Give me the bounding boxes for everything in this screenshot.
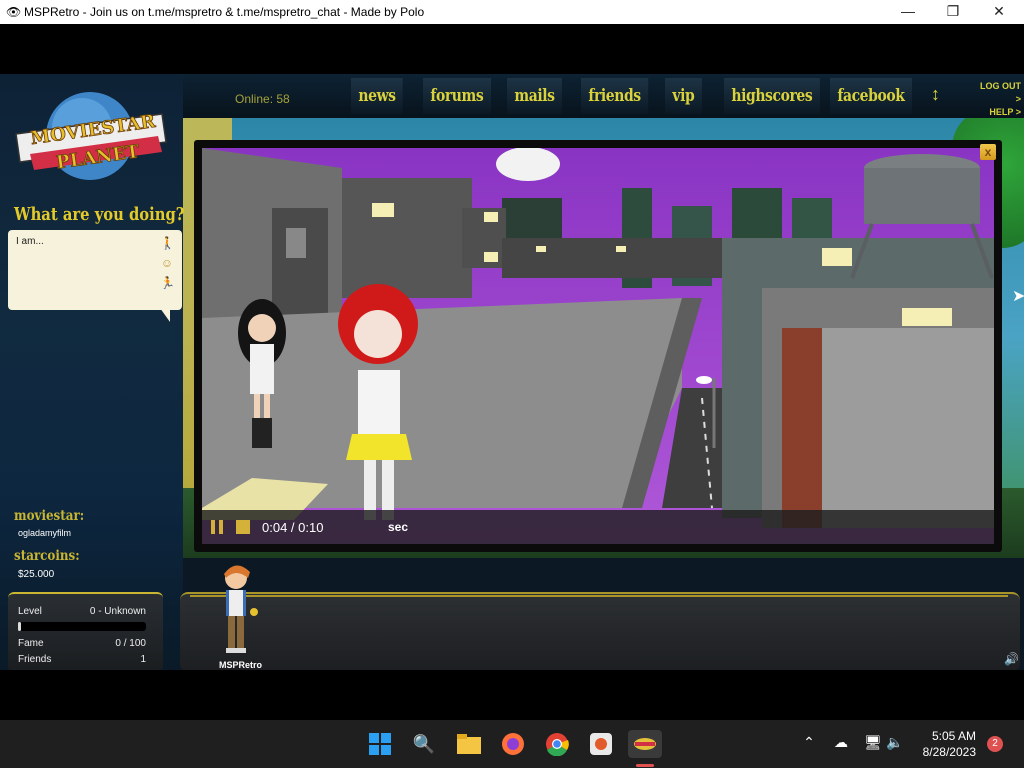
nav-forums[interactable]: forums [423, 78, 491, 114]
mouse-cursor-icon: ➤ [1012, 288, 1024, 305]
firefox-icon[interactable] [499, 730, 527, 758]
nav-news[interactable]: news [351, 78, 403, 114]
level-value: 0 - Unknown [89, 606, 146, 617]
speech-bubble-tail [160, 308, 170, 322]
chat-divider [190, 595, 1008, 597]
level-label: Level [18, 606, 42, 617]
starcoins-label: starcoins: [14, 548, 80, 564]
mood-face-icon[interactable]: ☺ [160, 256, 174, 270]
account-links: LOG OUT > HELP > [975, 80, 1021, 119]
video-frame [202, 148, 994, 544]
close-window-button[interactable]: ✕ [976, 0, 1022, 24]
file-explorer-icon[interactable] [455, 730, 483, 758]
left-panel: MOVIESTAR PLANET What are you doing? I a… [0, 74, 185, 670]
nav-facebook[interactable]: facebook [830, 78, 912, 114]
window-title-bar: 👁 MSPRetro - Join us on t.me/mspretro & … [0, 0, 1024, 24]
notification-badge[interactable]: 2 [987, 736, 1003, 752]
mspretro-avatar[interactable] [218, 562, 258, 658]
level-progress-fill [18, 622, 21, 631]
clock[interactable]: 5:05 AM 8/28/2023 [912, 728, 976, 760]
mood-dance-icon[interactable]: 🏃 [160, 276, 175, 290]
moviestar-label: moviestar: [14, 508, 85, 524]
friends-row: Friends 1 [18, 654, 146, 665]
clock-time: 5:05 AM [931, 729, 976, 743]
nav-mails[interactable]: mails [507, 78, 562, 114]
logout-link[interactable]: LOG OUT > [975, 80, 1021, 106]
level-row: Level 0 - Unknown [18, 606, 146, 617]
app-icon-red[interactable] [587, 730, 615, 758]
minimize-button[interactable]: — [885, 0, 931, 24]
fame-label: Fame [18, 638, 44, 649]
app-icon: 👁 [6, 5, 22, 19]
chat-bar [180, 592, 1020, 670]
resize-arrow-icon[interactable]: ↕ [931, 84, 940, 105]
game-area: Online: 58 news forums mails friends vip… [0, 74, 1024, 670]
pause-icon[interactable] [210, 520, 224, 534]
video-window: x 0:04 / 0:10 sec [194, 140, 1002, 552]
chrome-icon[interactable] [543, 730, 571, 758]
avatar-name: MSPRetro [219, 660, 263, 670]
speaker-icon[interactable]: 🔊 [1004, 652, 1019, 666]
friends-value: 1 [140, 654, 146, 665]
mood-walk-icon[interactable]: 🚶 [160, 236, 175, 250]
clock-date: 8/28/2023 [922, 745, 976, 759]
nav-highscores[interactable]: highscores [724, 78, 820, 114]
starcoins-value: $25.000 [18, 569, 55, 580]
active-app-indicator [636, 764, 654, 767]
friends-label: Friends [18, 654, 52, 665]
help-link[interactable]: HELP > [975, 106, 1021, 119]
top-nav-bar: Online: 58 news forums mails friends vip… [183, 74, 1024, 118]
volume-icon[interactable]: 🔈 [886, 734, 904, 751]
network-icon[interactable]: 🖥 [864, 734, 882, 751]
playback-unit: sec [388, 520, 409, 534]
stop-icon[interactable] [236, 520, 250, 534]
taskbar: 🔍 ⌃ ☁ 🖥 🔈 5:05 AM 8/28/2023 2 [0, 720, 1024, 768]
status-input[interactable]: I am... 🚶 ☺ 🏃 [8, 230, 182, 322]
mspretro-taskbar-icon[interactable] [628, 730, 662, 758]
nav-vip[interactable]: vip [665, 78, 702, 114]
fame-row: Fame 0 / 100 [18, 638, 146, 649]
status-text: I am... [16, 236, 44, 247]
moon [496, 148, 560, 181]
status-question: What are you doing? [14, 204, 185, 225]
username[interactable]: ogladamyfilm [18, 528, 71, 538]
online-count: Online: 58 [235, 92, 290, 106]
playback-time: 0:04 / 0:10 [262, 520, 324, 535]
video-controls: 0:04 / 0:10 sec [202, 510, 994, 544]
show-hidden-icons[interactable]: ⌃ [800, 734, 818, 751]
search-icon[interactable]: 🔍 [410, 730, 438, 758]
window-title: MSPRetro - Join us on t.me/mspretro & t.… [24, 5, 425, 19]
stats-panel: Level 0 - Unknown Fame 0 / 100 Friends 1 [8, 592, 163, 670]
onedrive-icon[interactable]: ☁ [832, 734, 850, 751]
level-progress-bar [18, 622, 146, 631]
nav-friends[interactable]: friends [581, 78, 649, 114]
fame-value: 0 / 100 [115, 638, 146, 649]
close-video-button[interactable]: x [980, 144, 996, 160]
windows-start-icon[interactable] [366, 730, 394, 758]
maximize-button[interactable]: ❐ [930, 0, 976, 24]
moviestar-planet-logo: MOVIESTAR PLANET [15, 92, 167, 180]
